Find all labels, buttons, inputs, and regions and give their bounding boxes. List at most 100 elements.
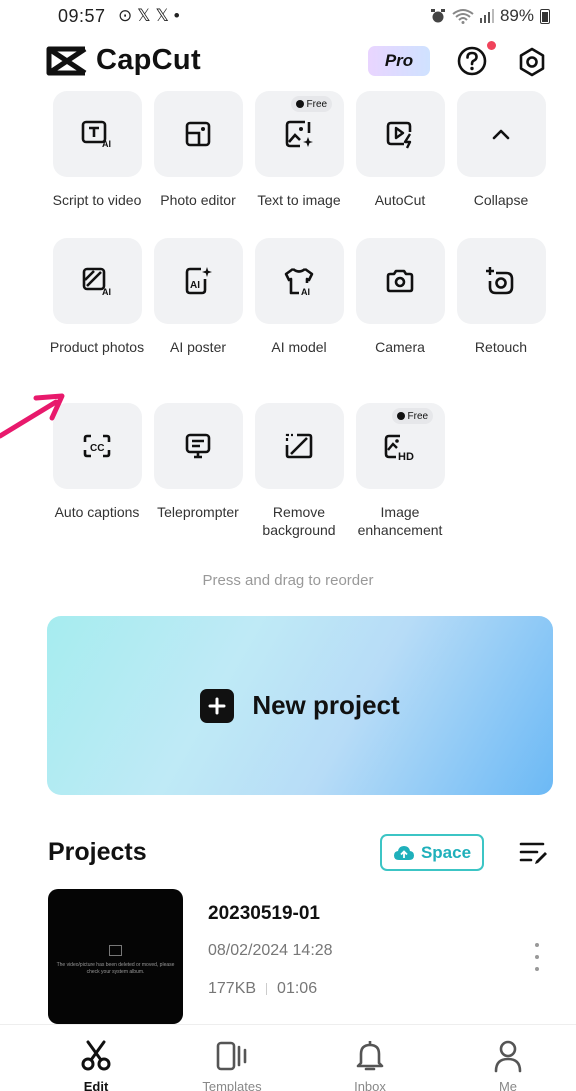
tool-ai-model[interactable]: AI AI model <box>249 238 349 356</box>
nav-templates[interactable]: Templates <box>177 1039 287 1091</box>
svg-text:AI: AI <box>190 280 200 291</box>
signal-icon <box>479 9 494 23</box>
tool-label: Product photos <box>49 339 145 355</box>
script-ai-icon: AI <box>81 120 111 149</box>
project-meta: 177KB 01:06 <box>208 980 317 998</box>
clock-icon <box>396 412 405 420</box>
tool-label: AutoCut <box>374 192 426 208</box>
project-date: 08/02/2024 14:28 <box>208 942 333 959</box>
sort-icon[interactable] <box>519 840 549 866</box>
tool-tile[interactable] <box>456 91 546 177</box>
tool-tile[interactable] <box>456 238 546 324</box>
battery-percent: 89% <box>499 6 534 25</box>
tool-label: Remove background <box>262 504 336 538</box>
tool-tile[interactable]: AI <box>52 238 142 324</box>
camera-icon <box>386 269 414 293</box>
templates-icon <box>216 1041 247 1071</box>
tool-ai-poster[interactable]: AI AI poster <box>148 238 248 356</box>
tool-label: Teleprompter <box>157 504 239 520</box>
alarm-icon <box>430 9 445 23</box>
tool-retouch[interactable]: Retouch <box>451 238 551 356</box>
new-project-button[interactable]: New project <box>47 616 553 795</box>
project-size: 177KB <box>208 980 257 997</box>
nav-label: Edit <box>83 1079 109 1091</box>
tool-label: AI model <box>271 339 327 355</box>
cloud-icon <box>393 845 414 860</box>
settings-icon[interactable] <box>516 46 548 78</box>
thumbnail-message: The video/picture has been deleted or mo… <box>56 962 175 975</box>
text-image-icon <box>285 120 313 148</box>
tool-autocut[interactable]: AutoCut <box>350 91 450 209</box>
annotation-arrow-icon <box>0 393 65 439</box>
new-project-label: New project <box>252 690 400 720</box>
tool-label: AI poster <box>169 339 227 355</box>
tool-text-to-image[interactable]: Free Text to image <box>249 91 349 209</box>
bell-icon <box>356 1041 384 1071</box>
wifi-icon <box>452 9 474 24</box>
project-thumbnail[interactable]: The video/picture has been deleted or mo… <box>48 889 183 1024</box>
tool-tile[interactable]: Free HD <box>355 403 445 489</box>
tool-image-enhancement[interactable]: Free HD Image enhancement <box>350 403 450 539</box>
status-time: 09:57 <box>58 6 106 26</box>
nav-me[interactable]: Me <box>453 1039 563 1091</box>
capcut-logo-icon <box>46 46 87 75</box>
free-badge-label: Free <box>407 410 429 422</box>
tool-script-to-video[interactable]: AI Script to video <box>47 91 147 209</box>
nav-label: Templates <box>202 1079 262 1091</box>
projects-title: Projects <box>48 838 147 866</box>
tool-label: Script to video <box>52 192 142 208</box>
status-notification-icons: ⊙ 𝕏 𝕏 • <box>118 6 180 25</box>
captions-icon: CC <box>83 434 111 458</box>
help-icon[interactable] <box>456 45 488 77</box>
tool-teleprompter[interactable]: Teleprompter <box>148 403 248 521</box>
space-label: Space <box>420 842 472 862</box>
tool-tile[interactable] <box>153 91 243 177</box>
tool-photo-editor[interactable]: Photo editor <box>148 91 248 209</box>
svg-text:HD: HD <box>398 451 414 462</box>
nav-label: Me <box>498 1079 518 1091</box>
app-name: CapCut <box>96 44 201 76</box>
tool-tile[interactable] <box>153 403 243 489</box>
project-card[interactable]: The video/picture has been deleted or mo… <box>48 889 558 1024</box>
status-right-icons: 89% <box>430 6 550 26</box>
tool-label: Retouch <box>474 339 528 355</box>
tool-label: Photo editor <box>160 192 236 208</box>
tool-tile[interactable]: AI <box>52 91 142 177</box>
autocut-icon <box>386 121 412 149</box>
more-options-icon[interactable] <box>532 943 542 971</box>
space-button[interactable]: Space <box>380 834 484 871</box>
tool-label: Image enhancement <box>357 504 443 538</box>
tool-product-photos[interactable]: AI Product photos <box>47 238 147 356</box>
bottom-nav: Edit Templates Inbox Me <box>0 1024 576 1091</box>
nav-inbox[interactable]: Inbox <box>315 1039 425 1091</box>
tool-label: Collapse <box>473 192 529 208</box>
remove-bg-icon <box>285 433 313 459</box>
clock-icon <box>295 100 304 108</box>
tool-collapse[interactable]: Collapse <box>451 91 551 209</box>
pro-button[interactable]: Pro <box>368 46 430 76</box>
top-bar: CapCut Pro <box>0 38 576 86</box>
missing-media-icon <box>109 945 122 956</box>
person-icon <box>494 1040 522 1073</box>
teleprompter-icon <box>185 433 211 459</box>
reorder-hint: Press and drag to reorder <box>202 572 374 589</box>
svg-text:CC: CC <box>90 443 104 454</box>
tool-tile[interactable]: AI <box>153 238 243 324</box>
nav-edit[interactable]: Edit <box>41 1039 151 1091</box>
chevron-up-icon <box>492 129 510 140</box>
tool-tile[interactable]: AI <box>254 238 344 324</box>
tool-tile[interactable] <box>254 403 344 489</box>
photo-editor-icon <box>185 121 211 147</box>
tool-tile[interactable]: Free <box>254 91 344 177</box>
nav-label: Inbox <box>354 1079 386 1091</box>
tool-tile[interactable] <box>355 91 445 177</box>
svg-text:AI: AI <box>102 287 111 297</box>
tool-remove-background[interactable]: Remove background <box>249 403 349 539</box>
free-badge: Free <box>391 408 434 424</box>
free-badge: Free <box>290 96 333 112</box>
tool-label: Text to image <box>257 192 341 208</box>
tool-tile[interactable] <box>355 238 445 324</box>
notification-dot <box>487 41 496 50</box>
tool-camera[interactable]: Camera <box>350 238 450 356</box>
ai-poster-icon: AI <box>185 267 212 295</box>
